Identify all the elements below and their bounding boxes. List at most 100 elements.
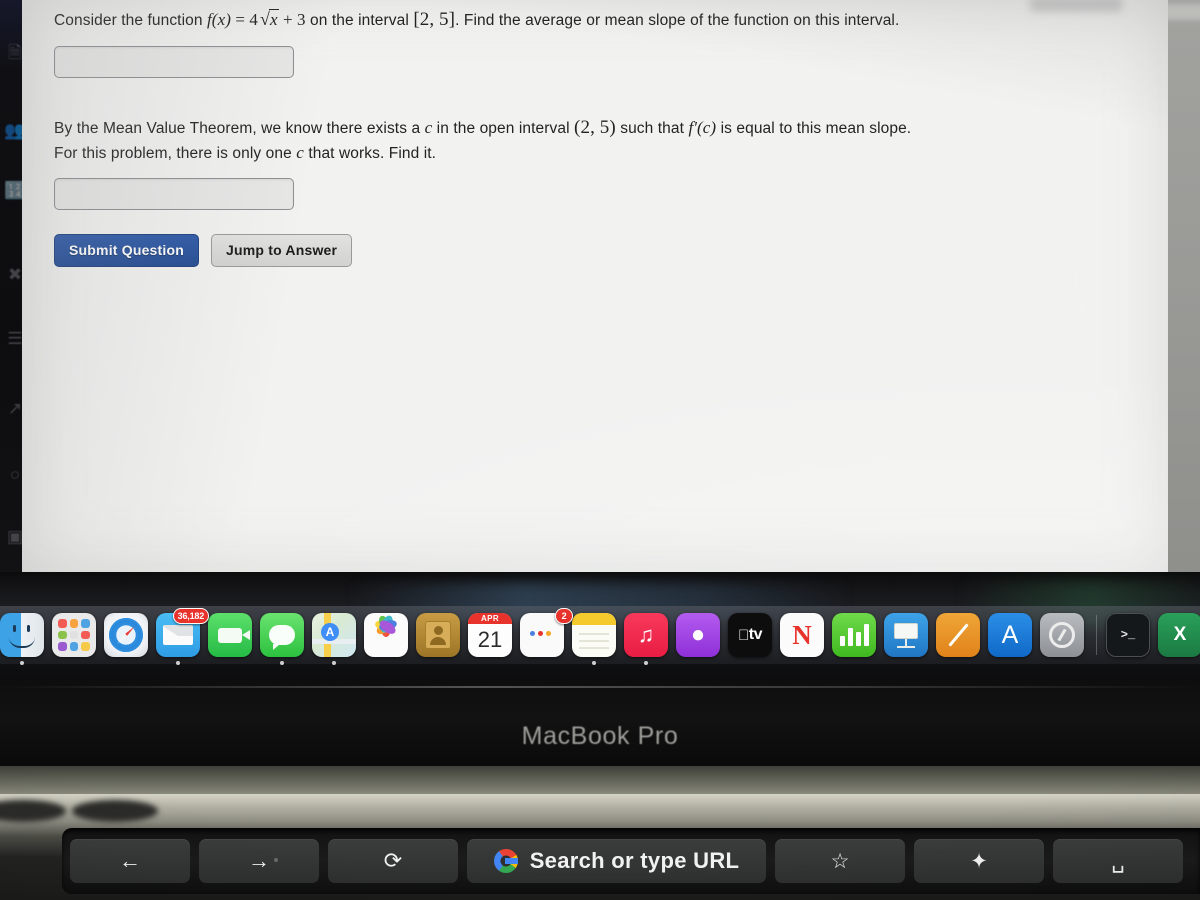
contacts-card (425, 621, 451, 649)
q2-f-prime-c: f'(c) (688, 117, 717, 137)
messages-icon (260, 613, 304, 657)
messages-bubble (269, 625, 295, 650)
calendar-icon: APR 21 (468, 613, 512, 657)
laptop-hinge (0, 766, 1200, 794)
dock-item-pages[interactable] (936, 613, 980, 657)
touchbar-forward-button[interactable]: → (199, 839, 319, 883)
appstore-glyph: A (1001, 620, 1019, 649)
bezel-highlight (0, 686, 1200, 688)
music-note-icon: ♫ (624, 613, 668, 657)
touchbar-address-bar[interactable]: Search or type URL (467, 839, 766, 883)
gear-icon (1040, 613, 1084, 657)
deck-shadow (72, 800, 158, 822)
mail-unread-badge: 36,182 (172, 608, 209, 624)
dock-item-facetime[interactable] (208, 613, 252, 657)
q1-equals: = (230, 10, 250, 29)
running-indicator (280, 661, 284, 665)
dock-item-launchpad[interactable] (52, 613, 96, 657)
dock-item-maps[interactable]: A (312, 613, 356, 665)
q2-part-1: By the Mean Value Theorem, we know there… (54, 119, 425, 137)
contacts-icon (416, 613, 460, 657)
q1-text-before: Consider the function (54, 12, 207, 29)
laptop-screen: Consider the function f(x) = 4 √x + 3 on … (22, 0, 1168, 572)
touchbar-bookmark-button[interactable]: ☆ (775, 839, 905, 883)
running-indicator (592, 661, 596, 665)
facetime-icon (208, 613, 252, 657)
numbers-icon (832, 613, 876, 657)
q1-radicand: x (268, 9, 279, 29)
news-icon: N (780, 613, 824, 657)
answer-input-c-value[interactable] (54, 177, 294, 210)
photos-icon (364, 613, 408, 657)
q2-part-2: in the open interval (432, 119, 575, 137)
reminders-badge: 2 (555, 608, 573, 624)
dock-item-music[interactable]: ♫ (624, 613, 668, 665)
mail-envelope (163, 625, 193, 645)
dock-item-notes[interactable] (572, 613, 616, 665)
screen-dust (1075, 274, 1078, 284)
jump-to-answer-button[interactable]: Jump to Answer (211, 233, 353, 267)
dock-item-mail[interactable]: 36,182 (156, 608, 209, 665)
dock-item-keynote[interactable] (884, 613, 928, 657)
submit-question-button[interactable]: Submit Question (54, 233, 199, 267)
touch-bar: ← → ⟳ Search or type URL ☆ ✦ ␣ (62, 828, 1200, 894)
safari-compass (109, 618, 143, 652)
excel-icon: X (1158, 613, 1200, 657)
q1-text-after: . Find the average or mean slope of the … (455, 12, 900, 29)
finder-eye-left (13, 625, 16, 632)
q1-text-mid: on the interval (305, 12, 414, 29)
question-2-prompt: By the Mean Value Theorem, we know there… (54, 114, 914, 166)
contacts-avatar-head (433, 626, 443, 635)
macbook-pro-brand-label: MacBook Pro (521, 722, 679, 750)
maps-location-pin: A (321, 623, 339, 641)
dock-item-news[interactable]: N (780, 613, 824, 657)
dock-item-appletv[interactable]: tv (728, 613, 772, 657)
pages-icon (936, 613, 980, 657)
safari-needle (116, 625, 135, 644)
q2-c-second: c (296, 143, 304, 163)
touchbar-indicator-dot (274, 858, 278, 862)
touchbar-url-placeholder: Search or type URL (529, 848, 740, 873)
dock-item-terminal[interactable]: >_ (1106, 613, 1150, 657)
excel-glyph: X (1173, 624, 1187, 645)
touchbar-reload-button[interactable]: ⟳ (328, 839, 458, 883)
dock-item-reminders[interactable]: 2 (520, 608, 573, 657)
dock-separator (1096, 615, 1097, 655)
deck-front-edge (0, 794, 1200, 810)
dock-item-finder[interactable] (0, 613, 44, 665)
q1-interval: [2, 5] (413, 9, 456, 30)
dock-item-safari[interactable] (104, 613, 148, 657)
terminal-icon: >_ (1106, 613, 1150, 657)
dock-item-podcasts[interactable]: ⏺ (676, 613, 720, 657)
calendar-month: APR (468, 613, 512, 624)
finder-eye-right (27, 625, 30, 632)
dock-item-excel[interactable]: X (1158, 613, 1200, 657)
screen-smudge (1030, 0, 1122, 12)
answer-input-mean-slope[interactable] (54, 45, 294, 78)
news-wordmark: N (792, 619, 812, 650)
question-action-row: Submit Question Jump to Answer (54, 233, 1128, 267)
dock-item-contacts[interactable] (416, 613, 460, 657)
q2-open-interval: (2, 5) (574, 116, 616, 138)
terminal-prompt-glyph: >_ (1120, 628, 1136, 642)
dock-item-system-preferences[interactable] (1040, 613, 1084, 657)
touchbar-new-tab-button[interactable]: ✦ (914, 839, 1044, 883)
q2-part-3: such that (615, 119, 689, 137)
q1-square-root: √x (258, 6, 279, 33)
facetime-camera (218, 627, 250, 643)
calendar-day: 21 (477, 627, 503, 652)
touchbar-extra-button[interactable]: ␣ (1053, 839, 1183, 883)
dock-item-photos[interactable] (364, 613, 408, 657)
dock-item-numbers[interactable] (832, 613, 876, 657)
finder-icon (0, 613, 44, 657)
screen-dust (1078, 332, 1081, 340)
q1-plus-three: + 3 (278, 10, 306, 29)
dock-item-calendar[interactable]: APR 21 (468, 613, 512, 657)
running-indicator (20, 661, 24, 665)
touchbar-back-button[interactable]: ← (70, 839, 190, 883)
dock-item-appstore[interactable]: A (988, 613, 1032, 657)
macos-dock: 36,182 A APR 21 2 ♫ ⏺ tv N A >_ X (0, 608, 1200, 665)
dock-item-messages[interactable] (260, 613, 304, 665)
running-indicator (644, 661, 648, 665)
